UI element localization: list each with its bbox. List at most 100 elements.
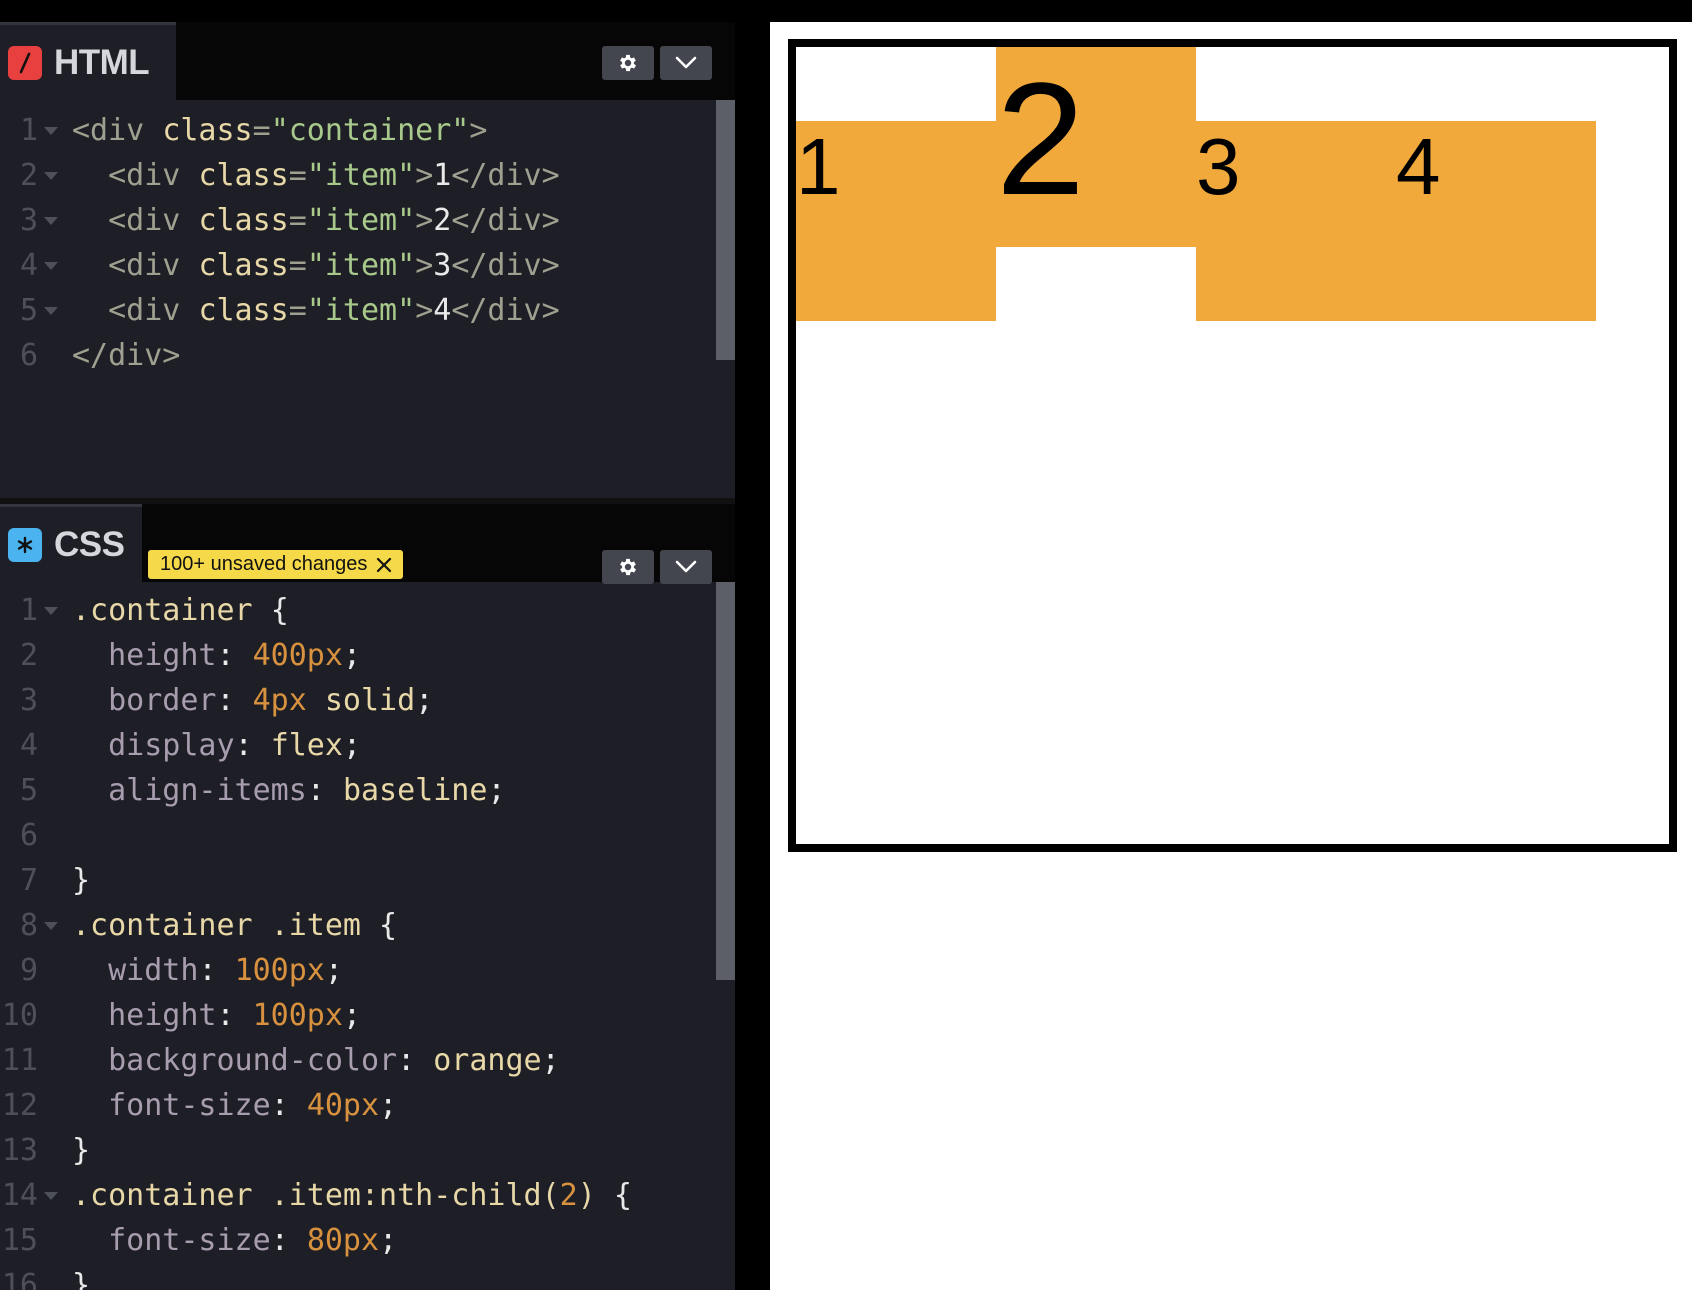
preview-flex-container: 1234	[788, 39, 1677, 852]
line-number: 4	[19, 728, 38, 763]
preview-item-3: 3	[1196, 121, 1396, 321]
code-line[interactable]: 10 height: 100px;	[0, 993, 715, 1038]
line-number: 9	[19, 953, 38, 988]
code-token: ;	[342, 638, 361, 673]
code-text: align-items: baseline;	[72, 768, 506, 813]
close-icon[interactable]	[375, 556, 393, 574]
line-number: 10	[1, 998, 38, 1033]
code-line[interactable]: 11 background-color: orange;	[0, 1038, 715, 1083]
code-token: :	[306, 773, 343, 808]
html-panel-header: HTML	[0, 22, 735, 100]
html-collapse-button[interactable]	[660, 46, 712, 80]
code-line[interactable]: 7}	[0, 858, 715, 903]
code-token: "container"	[270, 113, 470, 148]
code-token: >	[415, 293, 434, 328]
code-line[interactable]: 5 <div class="item">4</div>	[0, 288, 715, 333]
code-line[interactable]: 6	[0, 813, 715, 858]
code-line[interactable]: 14 .container .item:nth-child(2) {	[0, 1173, 715, 1218]
result-preview: 1234	[770, 22, 1692, 1290]
line-number: 2	[19, 158, 38, 193]
code-token: baseline	[342, 773, 488, 808]
fold-arrow-icon[interactable]	[44, 172, 58, 180]
code-line[interactable]: 1 .container {	[0, 588, 715, 633]
line-number: 7	[19, 863, 38, 898]
code-line[interactable]: 12 font-size: 40px;	[0, 1083, 715, 1128]
line-number: 6	[19, 818, 38, 853]
code-token: .container .item:nth-child(	[72, 1178, 560, 1213]
code-line[interactable]: 15 font-size: 80px;	[0, 1218, 715, 1263]
code-token: :	[216, 683, 253, 718]
code-token: 100px	[234, 953, 325, 988]
line-number: 6	[19, 338, 38, 373]
fold-arrow-icon[interactable]	[44, 127, 58, 135]
code-line[interactable]: 4 <div class="item">3</div>	[0, 243, 715, 288]
fold-arrow-icon[interactable]	[44, 307, 58, 315]
code-token: font-size	[108, 1088, 271, 1123]
code-line[interactable]: 6 </div>	[0, 333, 715, 378]
code-token: ;	[379, 1088, 398, 1123]
code-token: display	[108, 728, 235, 763]
code-token: =	[288, 203, 307, 238]
code-token: <div	[108, 248, 199, 283]
html-scrollbar[interactable]	[716, 100, 735, 498]
code-line[interactable]: 13}	[0, 1128, 715, 1173]
code-token: background-color	[108, 1043, 398, 1078]
gear-icon	[620, 558, 636, 576]
code-token: >	[415, 248, 434, 283]
unsaved-changes-badge[interactable]: 100+ unsaved changes	[148, 550, 404, 579]
line-number: 16	[1, 1268, 38, 1290]
html-settings-button[interactable]	[602, 46, 654, 80]
line-number: 5	[19, 773, 38, 808]
html-code-editor[interactable]: 1 <div class="container"> 2 <div class="it…	[0, 108, 715, 498]
fold-arrow-icon[interactable]	[44, 1192, 58, 1200]
gear-icon	[620, 54, 636, 72]
code-token: "item"	[306, 248, 416, 283]
code-token: 4px	[252, 683, 307, 718]
code-token: :	[216, 998, 253, 1033]
fold-arrow-icon[interactable]	[44, 217, 58, 225]
fold-arrow-icon[interactable]	[44, 922, 58, 930]
code-line[interactable]: 4 display: flex;	[0, 723, 715, 768]
code-line[interactable]: 2 height: 400px;	[0, 633, 715, 678]
css-scrollbar[interactable]	[716, 582, 735, 1290]
code-line[interactable]: 3 border: 4px solid;	[0, 678, 715, 723]
code-token: ;	[487, 773, 506, 808]
css-settings-button[interactable]	[602, 550, 654, 584]
fold-arrow-icon[interactable]	[44, 262, 58, 270]
code-text: width: 100px;	[72, 948, 343, 993]
code-token: >	[469, 113, 488, 148]
fold-arrow-icon[interactable]	[44, 607, 58, 615]
html-panel-tab[interactable]: HTML	[0, 22, 176, 100]
code-line[interactable]: 3 <div class="item">2</div>	[0, 198, 715, 243]
html-scrollbar-thumb[interactable]	[716, 100, 735, 360]
css-code-editor[interactable]: 1 .container {2 height: 400px; 3 border: 4…	[0, 588, 715, 1290]
code-line[interactable]: 2 <div class="item">1</div>	[0, 153, 715, 198]
css-panel-tab[interactable]: CSS	[0, 504, 142, 582]
code-text: <div class="item">3</div>	[72, 243, 560, 288]
css-collapse-button[interactable]	[660, 550, 712, 584]
code-token: ;	[342, 728, 361, 763]
code-line[interactable]: 9 width: 100px;	[0, 948, 715, 993]
code-token: 3	[433, 248, 452, 283]
code-text: .container .item:nth-child(2) {	[72, 1173, 632, 1218]
css-scrollbar-thumb[interactable]	[716, 582, 735, 980]
code-token: =	[252, 113, 271, 148]
code-text: border: 4px solid;	[72, 678, 433, 723]
code-token: font-size	[108, 1223, 271, 1258]
code-token: .container	[72, 593, 271, 628]
code-token: class	[198, 158, 289, 193]
code-line[interactable]: 5 align-items: baseline;	[0, 768, 715, 813]
code-line[interactable]: 8 .container .item {	[0, 903, 715, 948]
code-text: font-size: 80px;	[72, 1218, 397, 1263]
code-text: background-color: orange;	[72, 1038, 560, 1083]
code-token: </div>	[451, 203, 560, 238]
code-line[interactable]: 1 <div class="container">	[0, 108, 715, 153]
code-token: </div>	[72, 338, 181, 373]
code-line[interactable]: 16}	[0, 1263, 715, 1290]
